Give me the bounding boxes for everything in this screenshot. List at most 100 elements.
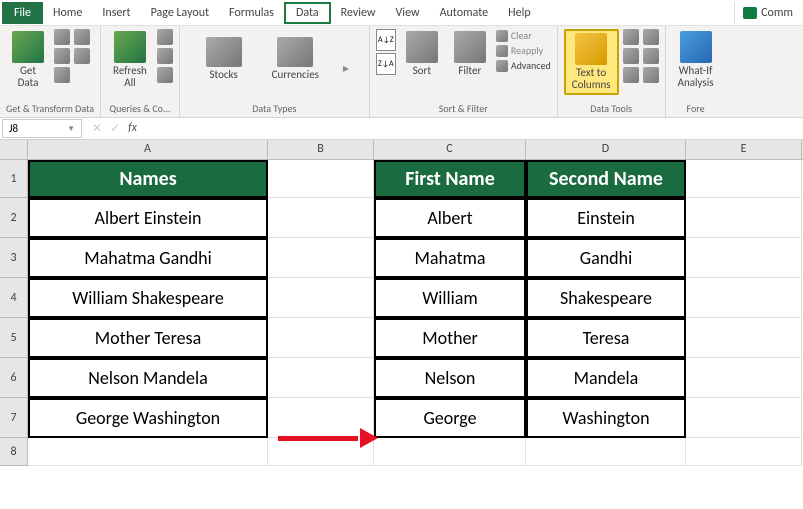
cell-E2[interactable] <box>686 198 802 238</box>
fx-label[interactable]: fx <box>128 121 137 136</box>
data-validation-icon[interactable] <box>623 67 639 83</box>
cell-E6[interactable] <box>686 358 802 398</box>
cell-C2[interactable]: Albert <box>374 198 526 238</box>
cell-E3[interactable] <box>686 238 802 278</box>
cell-E4[interactable] <box>686 278 802 318</box>
existing-connections-icon[interactable] <box>74 48 90 64</box>
select-all-corner[interactable] <box>0 140 28 159</box>
cell-D2[interactable]: Einstein <box>526 198 686 238</box>
cell-D6[interactable]: Mandela <box>526 358 686 398</box>
cell-A6[interactable]: Nelson Mandela <box>28 358 268 398</box>
row-header-1[interactable]: 1 <box>0 160 28 198</box>
properties-icon[interactable] <box>157 48 173 64</box>
filter-icon <box>454 31 486 63</box>
col-header-B[interactable]: B <box>268 140 374 159</box>
cell-C7[interactable]: George <box>374 398 526 438</box>
cell-C5[interactable]: Mother <box>374 318 526 358</box>
refresh-all-button[interactable]: Refresh All <box>107 29 153 91</box>
cell-D4[interactable]: Shakespeare <box>526 278 686 318</box>
clear-icon <box>496 30 508 42</box>
cancel-formula-icon[interactable]: ✕ <box>92 121 102 136</box>
cell-A4[interactable]: William Shakespeare <box>28 278 268 318</box>
name-box[interactable]: J8 ▼ <box>2 119 82 138</box>
menu-file[interactable]: File <box>2 2 43 24</box>
flash-fill-icon[interactable] <box>623 29 639 45</box>
advanced-button[interactable]: Advanced <box>496 59 551 72</box>
cell-A1[interactable]: Names <box>28 160 268 198</box>
currencies-button[interactable]: Currencies <box>266 35 325 83</box>
menu-formulas[interactable]: Formulas <box>219 2 284 24</box>
cell-B2[interactable] <box>268 198 374 238</box>
cell-B4[interactable] <box>268 278 374 318</box>
row-header-5[interactable]: 5 <box>0 318 28 358</box>
cell-D8[interactable] <box>526 438 686 466</box>
cell-C3[interactable]: Mahatma <box>374 238 526 278</box>
menu-automate[interactable]: Automate <box>430 2 499 24</box>
cell-C1[interactable]: First Name <box>374 160 526 198</box>
cell-D3[interactable]: Gandhi <box>526 238 686 278</box>
sort-desc-button[interactable]: Z↓A <box>376 53 396 75</box>
cell-C4[interactable]: William <box>374 278 526 318</box>
filter-button[interactable]: Filter <box>448 29 492 79</box>
menu-help[interactable]: Help <box>498 2 541 24</box>
menu-page-layout[interactable]: Page Layout <box>141 2 219 24</box>
comments-button[interactable]: Comm <box>734 2 801 24</box>
cell-B3[interactable] <box>268 238 374 278</box>
row-header-6[interactable]: 6 <box>0 358 28 398</box>
row-header-2[interactable]: 2 <box>0 198 28 238</box>
cell-A7[interactable]: George Washington <box>28 398 268 438</box>
cell-A5[interactable]: Mother Teresa <box>28 318 268 358</box>
menu-insert[interactable]: Insert <box>92 2 140 24</box>
clear-filter-button[interactable]: Clear <box>496 29 551 42</box>
cell-E7[interactable] <box>686 398 802 438</box>
data-model-icon[interactable] <box>643 67 659 83</box>
cell-E1[interactable] <box>686 160 802 198</box>
menu-view[interactable]: View <box>386 2 430 24</box>
row-header-7[interactable]: 7 <box>0 398 28 438</box>
remove-duplicates-icon[interactable] <box>623 48 639 64</box>
row-header-4[interactable]: 4 <box>0 278 28 318</box>
cell-A2[interactable]: Albert Einstein <box>28 198 268 238</box>
advanced-icon <box>496 60 508 72</box>
cell-A8[interactable] <box>28 438 268 466</box>
col-header-D[interactable]: D <box>526 140 686 159</box>
formula-input[interactable] <box>145 127 803 131</box>
whatif-button[interactable]: What-If Analysis <box>672 29 720 91</box>
from-table-icon[interactable] <box>54 67 70 83</box>
edit-links-icon[interactable] <box>157 67 173 83</box>
from-text-icon[interactable] <box>54 29 70 45</box>
cell-E8[interactable] <box>686 438 802 466</box>
queries-icon[interactable] <box>157 29 173 45</box>
relationships-icon[interactable] <box>643 48 659 64</box>
cell-D1[interactable]: Second Name <box>526 160 686 198</box>
cell-E5[interactable] <box>686 318 802 358</box>
enter-formula-icon[interactable]: ✓ <box>110 121 120 136</box>
cell-B8[interactable] <box>268 438 374 466</box>
cell-A3[interactable]: Mahatma Gandhi <box>28 238 268 278</box>
col-header-E[interactable]: E <box>686 140 802 159</box>
cell-C8[interactable] <box>374 438 526 466</box>
cell-B7[interactable] <box>268 398 374 438</box>
menu-review[interactable]: Review <box>331 2 386 24</box>
get-data-button[interactable]: Get Data <box>6 29 50 91</box>
cell-B1[interactable] <box>268 160 374 198</box>
cell-C6[interactable]: Nelson <box>374 358 526 398</box>
from-web-icon[interactable] <box>54 48 70 64</box>
menu-home[interactable]: Home <box>43 2 92 24</box>
cell-B6[interactable] <box>268 358 374 398</box>
consolidate-icon[interactable] <box>643 29 659 45</box>
cell-B5[interactable] <box>268 318 374 358</box>
stocks-button[interactable]: Stocks <box>200 35 248 83</box>
sort-asc-button[interactable]: A↓Z <box>376 29 396 51</box>
recent-sources-icon[interactable] <box>74 29 90 45</box>
cell-D7[interactable]: Washington <box>526 398 686 438</box>
menu-data[interactable]: Data <box>284 2 331 24</box>
col-header-C[interactable]: C <box>374 140 526 159</box>
text-to-columns-button[interactable]: Text to Columns <box>564 29 619 95</box>
cell-D5[interactable]: Teresa <box>526 318 686 358</box>
sort-button[interactable]: Sort <box>400 29 444 79</box>
row-header-3[interactable]: 3 <box>0 238 28 278</box>
reapply-button[interactable]: Reapply <box>496 44 551 57</box>
col-header-A[interactable]: A <box>28 140 268 159</box>
row-header-8[interactable]: 8 <box>0 438 28 466</box>
